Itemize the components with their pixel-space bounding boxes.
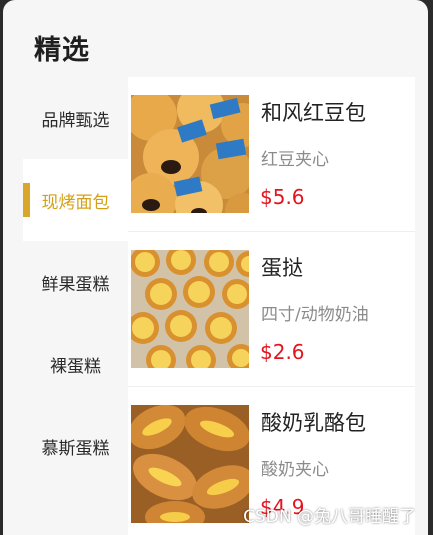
sidebar-item-fresh-baked-bread[interactable]: 现烤面包 bbox=[23, 159, 128, 241]
sidebar-item-label: 鲜果蛋糕 bbox=[41, 274, 110, 295]
category-sidebar: 品牌甄选 现烤面包 鲜果蛋糕 裸蛋糕 慕斯蛋糕 bbox=[23, 77, 128, 487]
bottom-sheet: 精选 品牌甄选 现烤面包 鲜果蛋糕 裸蛋糕 慕斯蛋糕 和风红豆包 红豆夹心 $5… bbox=[3, 0, 428, 535]
product-price: $2.6 bbox=[260, 340, 305, 364]
product-price: $5.6 bbox=[260, 185, 305, 209]
product-name: 蛋挞 bbox=[261, 256, 303, 280]
egg-tart-image bbox=[131, 250, 249, 368]
product-list: 和风红豆包 红豆夹心 $5.6 蛋挞 四寸/动物奶油 $2.6 酸奶乳酪包 酸奶… bbox=[128, 77, 415, 535]
yogurt-cheese-bun-image bbox=[131, 405, 249, 523]
active-indicator bbox=[23, 183, 30, 217]
product-description: 四寸/动物奶油 bbox=[261, 305, 369, 325]
product-card[interactable]: 蛋挞 四寸/动物奶油 $2.6 bbox=[128, 232, 415, 387]
red-bean-bun-image bbox=[131, 95, 249, 213]
sidebar-item-fruit-cake[interactable]: 鲜果蛋糕 bbox=[23, 241, 128, 323]
sidebar-item-label: 慕斯蛋糕 bbox=[41, 438, 110, 459]
sidebar-item-naked-cake[interactable]: 裸蛋糕 bbox=[23, 323, 128, 405]
sidebar-item-label: 现烤面包 bbox=[41, 192, 110, 213]
product-name: 酸奶乳酪包 bbox=[261, 411, 366, 435]
product-card[interactable]: 和风红豆包 红豆夹心 $5.6 bbox=[128, 77, 415, 232]
product-name: 和风红豆包 bbox=[261, 101, 366, 125]
product-description: 红豆夹心 bbox=[261, 150, 329, 170]
sidebar-item-brand-selection[interactable]: 品牌甄选 bbox=[23, 77, 128, 159]
sidebar-item-mousse-cake[interactable]: 慕斯蛋糕 bbox=[23, 405, 128, 487]
sidebar-item-label: 品牌甄选 bbox=[41, 110, 110, 131]
sidebar-item-label: 裸蛋糕 bbox=[50, 356, 101, 377]
page-title: 精选 bbox=[34, 35, 90, 66]
watermark: CSDN @兔八哥睡醒了 bbox=[243, 507, 416, 527]
product-description: 酸奶夹心 bbox=[261, 460, 329, 480]
